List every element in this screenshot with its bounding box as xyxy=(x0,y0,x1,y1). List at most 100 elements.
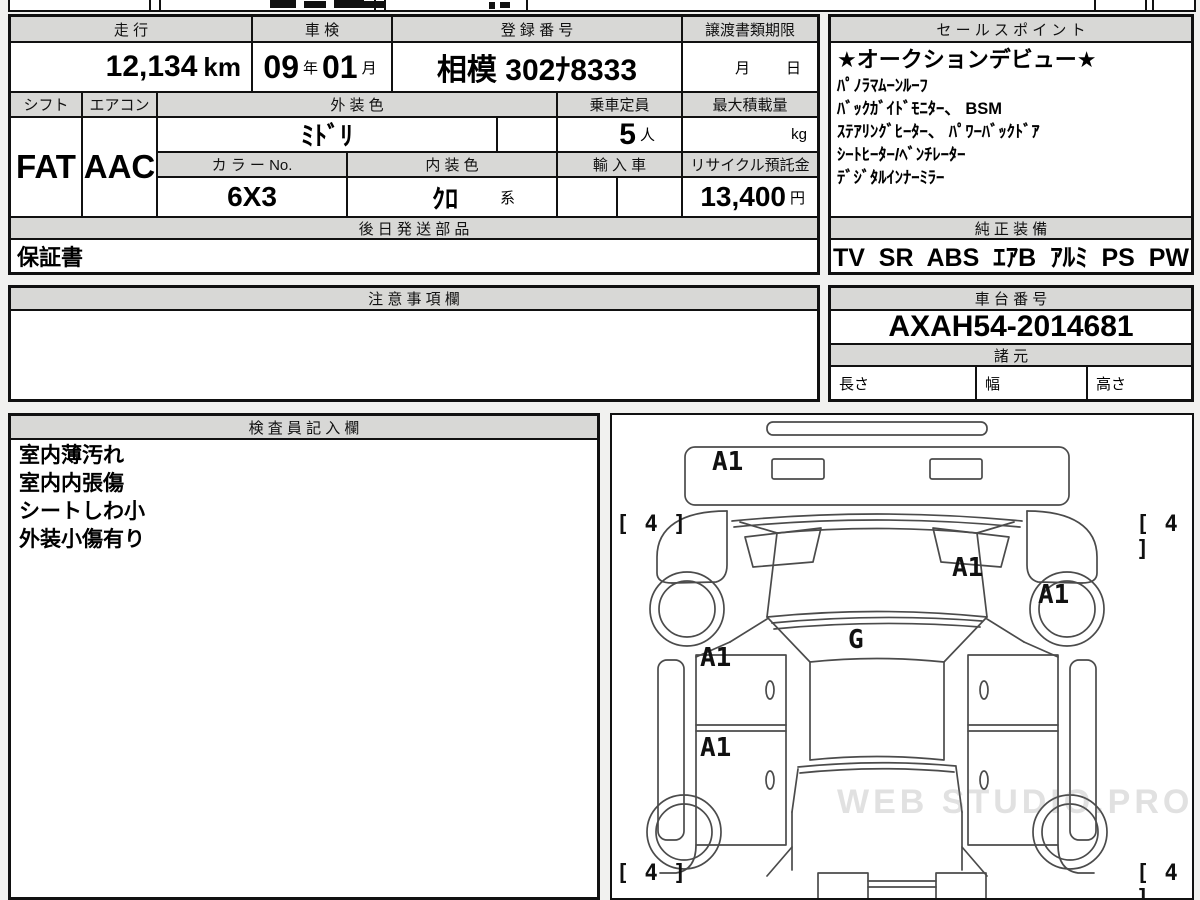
spec-length: 長さ xyxy=(830,366,976,400)
inspection-month-suffix: 月 xyxy=(361,59,377,77)
spec-width: 幅 xyxy=(976,366,1087,400)
divider xyxy=(1094,0,1096,10)
aircon-value: AAC xyxy=(82,117,157,217)
chassis-header: 車 台 番 号 xyxy=(830,287,1192,310)
equipment-header: 純 正 装 備 xyxy=(830,217,1192,239)
inspection-year: 09 xyxy=(263,48,299,85)
tire-depth-rear-left: [ 4 ] xyxy=(616,861,688,886)
transfer-deadline-header: 譲渡書類期限 xyxy=(682,16,818,42)
import-car-cell-1 xyxy=(557,177,617,217)
transfer-day-label: 日 xyxy=(785,59,801,77)
car-cowl-arc xyxy=(771,616,983,624)
sales-point-line: ★オークションデビュー★ xyxy=(837,47,1097,72)
damage-mark-left-rear-door: A1 xyxy=(700,733,732,763)
chassis-panel: 車 台 番 号 AXAH54-2014681 諸 元 長さ 幅 高さ xyxy=(828,285,1194,402)
specs-header: 諸 元 xyxy=(830,344,1192,366)
damage-mark-front-bumper: A1 xyxy=(712,447,744,477)
recycle-value: 13,400 円 xyxy=(682,177,818,217)
car-diagram-svg xyxy=(646,421,1108,898)
tire-depth-front-right: [ 4 ] xyxy=(1136,512,1179,562)
color-no-value: 6X3 xyxy=(157,177,347,217)
sales-points-body: ★オークションデビュー★ ﾊﾟﾉﾗﾏﾑｰﾝﾙｰﾌ ﾊﾞｯｸｶﾞｲﾄﾞﾓﾆﾀｰ、 … xyxy=(830,42,1192,217)
exterior-color-value: ﾐﾄﾞﾘ xyxy=(157,117,497,152)
max-load-unit: kg xyxy=(791,126,807,143)
car-rear-bumper-right xyxy=(935,872,987,898)
car-headlight-left xyxy=(771,458,825,480)
interior-color-value: ｸﾛ 系 xyxy=(347,177,557,217)
shift-header: シフト xyxy=(10,92,82,117)
plate-number: 相模 302ﾅ8333 xyxy=(436,54,638,87)
damage-mark-right-front-fender: A1 xyxy=(1038,580,1070,610)
inspection-month: 01 xyxy=(322,48,358,85)
import-car-cell-2 xyxy=(617,177,682,217)
car-left-door-divider xyxy=(695,724,787,732)
max-load-value: kg xyxy=(682,117,818,152)
car-rear-bumper-bar xyxy=(867,880,937,888)
registration-header: 登 録 番 号 xyxy=(392,16,682,42)
cut-off-row xyxy=(8,0,1196,12)
car-right-front-door-handle xyxy=(979,680,989,700)
tire-depth-rear-right: [ 4 ] xyxy=(1136,861,1179,900)
inspector-header: 検 査 員 記 入 欄 xyxy=(10,415,598,439)
inspector-line: 室内薄汚れ xyxy=(19,444,124,467)
divider xyxy=(384,0,386,10)
sales-points-panel: セ ー ル ス ポ イ ン ト ★オークションデビュー★ ﾊﾟﾉﾗﾏﾑｰﾝﾙｰﾌ… xyxy=(828,14,1194,275)
tire-depth-front-left: [ 4 ] xyxy=(616,512,688,537)
clipped-text xyxy=(364,1,384,8)
car-rear-flares xyxy=(766,846,988,877)
watermark: WEB STUDIO.PRO xyxy=(837,783,1194,821)
sales-point-line: ｽﾃｱﾘﾝｸﾞﾋｰﾀｰ、 ﾊﾟﾜｰﾊﾞｯｸﾄﾞｱ xyxy=(837,123,1040,141)
car-cowl-arc-2 xyxy=(773,622,981,630)
divider xyxy=(1152,0,1154,10)
shift-value: FAT xyxy=(10,117,82,217)
mileage-unit: km xyxy=(203,51,241,82)
sales-point-line: ﾊﾟﾉﾗﾏﾑｰﾝﾙｰﾌ xyxy=(837,77,928,95)
clipped-text xyxy=(304,1,326,8)
inspector-body: 室内薄汚れ 室内内張傷 シートしわ小 外装小傷有り xyxy=(10,439,598,898)
notes-header: 注 意 事 項 欄 xyxy=(10,287,818,310)
exterior-color-header: 外 装 色 xyxy=(157,92,557,117)
import-car-header: 輸 入 車 xyxy=(557,152,682,177)
later-parts-header: 後 日 発 送 部 品 xyxy=(10,217,818,239)
clipped-text xyxy=(489,2,495,9)
mileage-header: 走 行 xyxy=(10,16,252,42)
inspector-panel: 検 査 員 記 入 欄 室内薄汚れ 室内内張傷 シートしわ小 外装小傷有り xyxy=(8,413,600,900)
aircon-header: エアコン xyxy=(82,92,157,117)
car-rear-window-edge-2 xyxy=(799,767,955,774)
divider xyxy=(159,0,161,10)
notes-panel: 注 意 事 項 欄 xyxy=(8,285,820,402)
transfer-month-label: 月 xyxy=(734,59,750,77)
inspector-line: 外装小傷有り xyxy=(19,528,145,551)
divider xyxy=(526,0,528,10)
car-diagram-panel: WEB STUDIO.PRO A1 A1 A1 G A1 A1 [ 4 ] [ … xyxy=(610,413,1194,900)
car-hood-edge-2 xyxy=(733,519,1021,528)
mileage-value: 12,134 km xyxy=(10,42,252,92)
car-left-front-door-handle xyxy=(765,680,775,700)
auction-sheet: 走 行 車 検 登 録 番 号 譲渡書類期限 12,134 km 09 年 01… xyxy=(0,0,1200,900)
notes-body xyxy=(10,310,818,400)
car-cowl-left xyxy=(744,527,822,568)
clipped-text xyxy=(270,0,296,8)
interior-color-header: 内 装 色 xyxy=(347,152,557,177)
car-right-door-divider xyxy=(967,724,1059,732)
interior-color-suffix: 系 xyxy=(500,189,516,207)
capacity-unit: 人 xyxy=(639,127,655,144)
divider xyxy=(1145,0,1147,10)
color-no-header: カ ラ ー No. xyxy=(157,152,347,177)
damage-mark-glass: G xyxy=(848,625,864,655)
exterior-color-extra-cell xyxy=(497,117,557,152)
inspection-header: 車 検 xyxy=(252,16,392,42)
capacity-value: 5 人 xyxy=(557,117,682,152)
registration-value: 相模 302ﾅ8333 xyxy=(392,42,682,92)
sales-point-line: ﾃﾞｼﾞﾀﾙｲﾝﾅｰﾐﾗｰ xyxy=(837,169,945,187)
car-rear-bumper-left xyxy=(817,872,869,898)
sales-point-line: ﾊﾞｯｸｶﾞｲﾄﾞﾓﾆﾀｰ、 BSM xyxy=(837,100,1002,118)
spec-height: 高さ xyxy=(1087,366,1192,400)
damage-mark-left-front-door: A1 xyxy=(700,643,732,673)
inspection-year-suffix: 年 xyxy=(302,59,318,77)
recycle-header: リサイクル預託金 xyxy=(682,152,818,177)
clipped-text xyxy=(334,0,364,8)
divider xyxy=(149,0,151,10)
max-load-header: 最大積載量 xyxy=(682,92,818,117)
sales-point-line: ｼｰﾄﾋｰﾀｰ/ﾍﾞﾝﾁﾚｰﾀｰ xyxy=(837,146,966,164)
